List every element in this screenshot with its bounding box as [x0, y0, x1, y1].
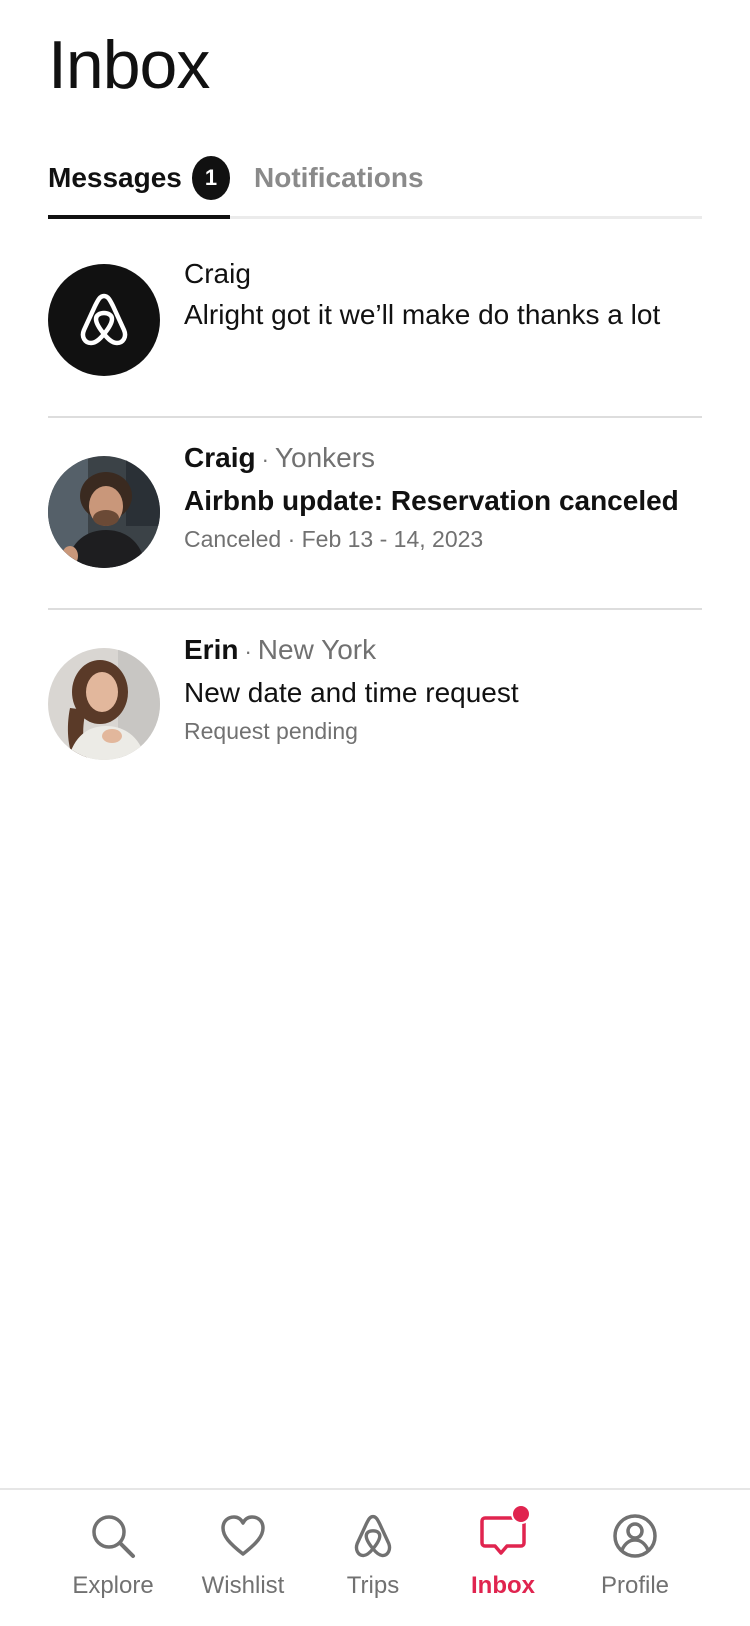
nav-wishlist[interactable]: Wishlist: [178, 1512, 308, 1612]
separator-dot: ·: [244, 639, 252, 664]
notification-dot: [511, 1504, 531, 1524]
message-thread[interactable]: Craig · Yonkers Airbnb update: Reservation…: [48, 418, 702, 610]
search-icon: [89, 1512, 137, 1560]
user-circle-icon: [611, 1512, 659, 1560]
thread-text: Craig · Yonkers Airbnb update: Reservation…: [184, 440, 702, 556]
thread-text: Erin · New York New date and time request …: [184, 632, 702, 748]
nav-profile-label: Profile: [600, 1572, 670, 1599]
heart-icon: [219, 1512, 267, 1560]
nav-trips-label: Trips: [346, 1572, 400, 1599]
tab-messages[interactable]: Messages 1: [48, 140, 230, 219]
nav-inbox-label: Inbox: [471, 1572, 535, 1599]
sender-location: New York: [257, 634, 377, 665]
message-icon: [479, 1504, 531, 1560]
tab-notifications-label: Notifications: [254, 162, 424, 193]
thread-sender-line: Craig: [184, 256, 702, 292]
airbnb-logo-icon: [349, 1512, 397, 1560]
thread-status: Request pending: [184, 718, 358, 744]
sender-location: Yonkers: [274, 442, 376, 473]
thread-sender-line: Craig · Yonkers: [184, 440, 702, 478]
sender-name: Erin: [184, 634, 239, 665]
inbox-tabs: Messages 1 Notifications: [48, 140, 702, 219]
sender-name: Craig: [184, 442, 256, 473]
avatar: [48, 648, 160, 760]
bottom-tab-bar: Explore Wishlist Trips Inbox Profile: [0, 1488, 750, 1626]
erin-avatar-photo: [48, 648, 160, 760]
nav-trips[interactable]: Trips: [308, 1512, 438, 1612]
nav-explore[interactable]: Explore: [48, 1512, 178, 1612]
airbnb-logo-icon: [80, 293, 128, 346]
thread-status: Canceled · Feb 13 - 14, 2023: [184, 526, 484, 552]
craig-avatar-photo: [48, 456, 160, 568]
thread-text: Craig Alright got it we’ll make do thank…: [184, 256, 702, 334]
nav-explore-label: Explore: [72, 1572, 154, 1599]
nav-profile[interactable]: Profile: [570, 1512, 700, 1612]
airbnb-logo-avatar: [48, 264, 160, 376]
tab-notifications[interactable]: Notifications: [254, 140, 424, 216]
avatar: [48, 456, 160, 568]
separator-dot: ·: [261, 447, 269, 472]
sender-name: Craig: [184, 258, 251, 289]
thread-message-preview: Airbnb update: Reservation canceled: [184, 485, 679, 516]
page-title: Inbox: [48, 27, 210, 103]
thread-sender-line: Erin · New York: [184, 632, 702, 670]
message-thread[interactable]: Craig Alright got it we’ll make do thank…: [48, 226, 702, 418]
unread-count-badge: 1: [191, 156, 230, 200]
tab-messages-label: Messages: [48, 162, 182, 193]
nav-wishlist-label: Wishlist: [201, 1572, 285, 1599]
nav-inbox[interactable]: Inbox: [438, 1504, 568, 1612]
thread-message-preview: Alright got it we’ll make do thanks a lo…: [184, 299, 661, 330]
thread-message-preview: New date and time request: [184, 677, 519, 708]
message-thread[interactable]: Erin · New York New date and time request …: [48, 610, 702, 800]
